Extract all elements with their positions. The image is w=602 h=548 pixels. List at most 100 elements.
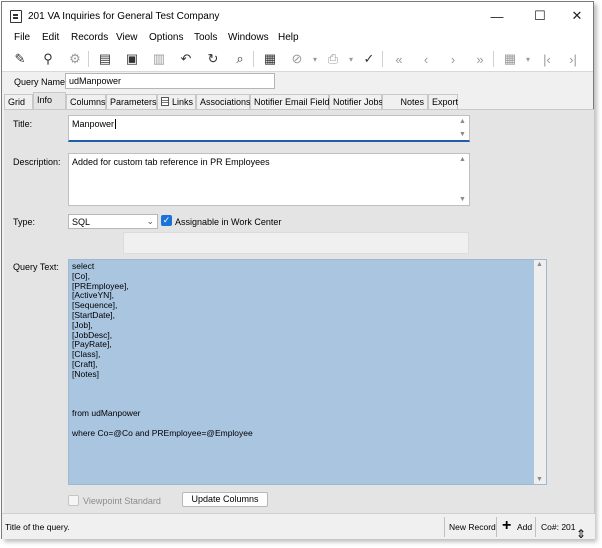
query-scrollbar[interactable]: ▲ ▼ xyxy=(534,260,546,484)
menu-edit[interactable]: Edit xyxy=(42,32,59,43)
menu-file[interactable]: File xyxy=(14,32,30,43)
binoculars-icon[interactable]: ⚲ xyxy=(39,50,57,68)
query-line: [ActiveYN], xyxy=(72,290,115,301)
title-bar: 201 VA Inquiries for General Test Compan… xyxy=(2,2,593,30)
undo-icon[interactable]: ↶ xyxy=(177,50,195,68)
query-name-field[interactable]: udManpower xyxy=(65,73,275,89)
scroll-up-icon[interactable]: ▲ xyxy=(459,118,466,125)
last-record-icon[interactable]: » xyxy=(471,50,489,68)
tab-links[interactable]: Links xyxy=(157,94,196,109)
type-select[interactable]: SQL ⌄ xyxy=(68,214,158,229)
first-record-icon[interactable]: « xyxy=(390,50,408,68)
toolbar: ✎ ⚲ ⚙ ▤ ▣ ▥ ↶ ↻ ⌕ ▦ ⊘ ▾ ⎙ ▾ ✓ « ‹ › » ▦ … xyxy=(2,46,593,72)
last-page-icon[interactable]: ›| xyxy=(564,50,582,68)
tab-columns[interactable]: Columns xyxy=(66,94,106,109)
menu-tools[interactable]: Tools xyxy=(194,32,217,43)
gear-icon[interactable]: ⚙ xyxy=(66,50,84,68)
query-text-label: Query Text: xyxy=(13,262,59,272)
query-text-editor[interactable]: select [Co], [PREmployee], [ActiveYN], [… xyxy=(68,259,547,485)
tab-associations[interactable]: Associations xyxy=(196,94,251,109)
description-field[interactable]: Added for custom tab reference in PR Emp… xyxy=(68,153,470,206)
status-bar: Title of the query. New Record + Add Co#… xyxy=(2,513,595,539)
title-label: Title: xyxy=(13,119,33,129)
title-field[interactable]: Manpower ▲ ▼ xyxy=(68,115,470,142)
inquiry-window: 201 VA Inquiries for General Test Compan… xyxy=(1,1,595,539)
close-button[interactable]: ✕ xyxy=(562,6,592,26)
query-line: where Co=@Co and PREmployee=@Employee xyxy=(72,427,253,438)
edit-icon[interactable]: ✎ xyxy=(11,50,29,68)
query-line: [Job], xyxy=(72,319,93,330)
query-line: select xyxy=(72,261,95,271)
menu-view[interactable]: View xyxy=(116,32,138,43)
company-number: Co#: 201 xyxy=(541,522,576,532)
maximize-button[interactable]: ☐ xyxy=(525,6,555,26)
first-page-icon[interactable]: |‹ xyxy=(538,50,556,68)
tab-notes[interactable]: Notes xyxy=(382,94,428,109)
assignable-checkbox[interactable]: ✓ xyxy=(161,215,172,226)
status-message: Title of the query. xyxy=(5,522,70,532)
minimize-button[interactable]: — xyxy=(482,6,512,26)
update-columns-button[interactable]: Update Columns xyxy=(182,492,268,507)
scroll-up-icon[interactable]: ▲ xyxy=(459,156,466,163)
scroll-up-icon[interactable]: ▲ xyxy=(536,261,543,268)
viewpoint-standard-label: Viewpoint Standard xyxy=(83,496,161,506)
scroll-down-icon[interactable]: ▼ xyxy=(459,196,466,203)
query-line: [Co], xyxy=(72,270,90,281)
query-line: from udManpower xyxy=(72,407,141,418)
tab-notifier-email-fields[interactable]: Notifier Email Fields xyxy=(250,94,334,109)
tab-notifier-jobs[interactable]: Notifier Jobs xyxy=(329,94,383,109)
new-record-icon[interactable]: ▤ xyxy=(96,50,114,68)
menu-bar: File Edit Records View Options Tools Win… xyxy=(2,30,593,46)
refresh-icon[interactable]: ↻ xyxy=(204,50,222,68)
print-icon[interactable]: ⎙ xyxy=(324,50,342,68)
menu-windows[interactable]: Windows xyxy=(228,32,269,43)
grid-settings-dropdown-icon[interactable]: ▾ xyxy=(519,50,537,68)
query-line xyxy=(72,380,543,390)
tab-grid[interactable]: Grid xyxy=(4,94,33,109)
menu-records[interactable]: Records xyxy=(71,32,108,43)
query-line: [Sequence], xyxy=(72,300,118,311)
type-label: Type: xyxy=(13,217,36,227)
print-dropdown-icon[interactable]: ▾ xyxy=(342,50,360,68)
delete-icon[interactable]: ▥ xyxy=(150,50,168,68)
layout-icon[interactable]: ▦ xyxy=(261,50,279,68)
tab-strip: Grid Info Columns Parameters Links Assoc… xyxy=(4,92,594,109)
query-name-label: Query Name: xyxy=(14,77,68,87)
info-panel: Title: Manpower ▲ ▼ Description: Added f… xyxy=(4,109,594,513)
spellcheck-icon[interactable]: ✓ xyxy=(360,50,378,68)
save-icon[interactable]: ▣ xyxy=(123,50,141,68)
description-label: Description: xyxy=(13,157,61,167)
query-line xyxy=(72,389,543,399)
search-icon[interactable]: ⌕ xyxy=(231,50,249,68)
previous-record-icon[interactable]: ‹ xyxy=(417,50,435,68)
assignable-label: Assignable in Work Center xyxy=(175,217,282,227)
add-button[interactable]: Add xyxy=(517,522,532,532)
query-line: [Notes] xyxy=(72,368,99,379)
chevron-down-icon: ⌄ xyxy=(146,216,154,226)
tab-export[interactable]: Export xyxy=(428,94,458,109)
query-line: [PREmployee], xyxy=(72,280,129,291)
new-record-button[interactable]: New Record xyxy=(449,522,496,532)
scroll-down-icon[interactable]: ▼ xyxy=(459,131,466,138)
query-line: [JobDesc], xyxy=(72,329,113,340)
tab-parameters[interactable]: Parameters xyxy=(106,94,157,109)
query-line: [Craft], xyxy=(72,358,98,369)
query-line: [Class], xyxy=(72,349,101,360)
add-icon[interactable]: + xyxy=(502,518,511,534)
next-record-icon[interactable]: › xyxy=(444,50,462,68)
query-line xyxy=(72,399,543,409)
query-line: [PayRate], xyxy=(72,339,112,350)
resize-cursor-icon: ⇕ xyxy=(576,527,587,541)
attach-icon[interactable]: ⊘ xyxy=(288,50,306,68)
window-title: 201 VA Inquiries for General Test Compan… xyxy=(28,11,220,22)
menu-help[interactable]: Help xyxy=(278,32,299,43)
grid-settings-icon[interactable]: ▦ xyxy=(501,50,519,68)
description-scrollbar[interactable]: ▲ ▼ xyxy=(458,155,468,204)
menu-options[interactable]: Options xyxy=(149,32,183,43)
viewpoint-standard-checkbox[interactable] xyxy=(68,495,79,506)
scroll-down-icon[interactable]: ▼ xyxy=(536,476,543,483)
attach-dropdown-icon[interactable]: ▾ xyxy=(306,50,324,68)
tab-info[interactable]: Info xyxy=(33,92,66,109)
links-icon xyxy=(161,97,169,106)
title-scrollbar[interactable]: ▲ ▼ xyxy=(458,117,468,139)
